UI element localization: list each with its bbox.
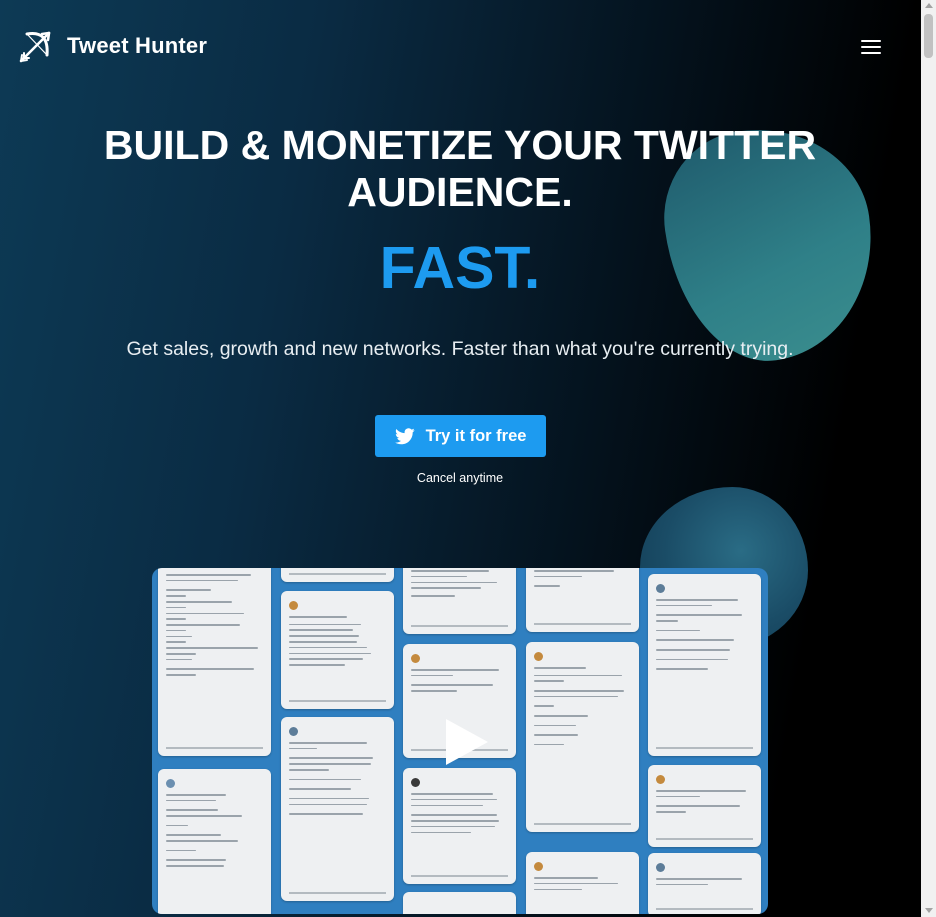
tweet-card: [403, 892, 516, 914]
tweet-card: [403, 568, 516, 634]
brand-logo-link[interactable]: Tweet Hunter: [18, 28, 207, 64]
try-for-free-label: Try it for free: [425, 426, 527, 445]
tweet-card: [403, 768, 516, 884]
tweet-card: [158, 769, 271, 914]
hamburger-menu-icon[interactable]: [856, 34, 886, 60]
tweet-card: [158, 568, 271, 756]
tweet-card: [526, 568, 639, 632]
bow-arrow-icon: [19, 31, 51, 63]
hero-accent-word: FAST.: [379, 235, 541, 301]
tweet-card: [648, 765, 761, 847]
hero-headline-line-1: BUILD & MONETIZE YOUR TWITTER: [103, 122, 817, 168]
tweet-card: [648, 574, 761, 756]
hero-headline-line-2: AUDIENCE.: [347, 169, 573, 215]
hero-subheadline: Get sales, growth and new networks. Fast…: [126, 338, 794, 360]
twitter-bird-icon: [394, 427, 415, 444]
brand-name: Tweet Hunter: [67, 33, 208, 58]
tweet-card: [281, 717, 394, 901]
tweet-card: [281, 568, 394, 582]
page: Tweet Hunter BUILD & MONETIZE YOUR TWITT…: [0, 0, 921, 917]
play-icon[interactable]: [446, 719, 488, 765]
hero-headline: BUILD & MONETIZE YOUR TWITTER AUDIENCE.: [60, 122, 860, 216]
scrollbar-thumb[interactable]: [924, 14, 933, 58]
tweet-card: [648, 853, 761, 914]
scrollbar[interactable]: [921, 0, 936, 917]
tweet-card: [526, 642, 639, 832]
try-for-free-button[interactable]: Try it for free: [375, 415, 546, 457]
cancel-anytime-note: Cancel anytime: [416, 471, 504, 485]
tweet-card: [281, 591, 394, 709]
scroll-down-icon[interactable]: [925, 908, 933, 913]
tweet-card: [526, 852, 639, 914]
scroll-up-icon[interactable]: [925, 3, 933, 8]
